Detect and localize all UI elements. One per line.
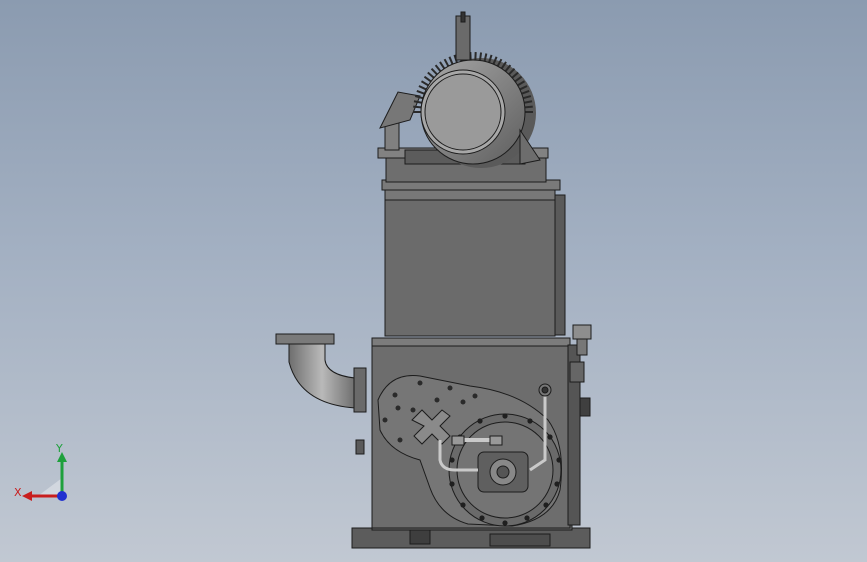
x-axis-label: X (14, 486, 22, 499)
motor-fin (434, 64, 442, 72)
motor-fin (478, 52, 483, 61)
motor-fin (524, 105, 533, 109)
motor-fin (413, 100, 423, 104)
motor-fin (423, 75, 432, 83)
motor-fin (448, 56, 454, 65)
motor-fin (420, 80, 429, 87)
motor-fin (416, 89, 425, 95)
motor-fin (427, 71, 435, 79)
y-axis-label: Y (55, 442, 63, 455)
pump-assembly-model[interactable] (275, 11, 592, 549)
electric-motor[interactable] (413, 11, 541, 168)
inlet-elbow-pipe[interactable] (275, 333, 367, 455)
motor-fin (439, 61, 446, 70)
cad-viewport[interactable] (0, 0, 867, 562)
gearbox-enclosure[interactable] (381, 179, 566, 337)
motor-fin (443, 58, 450, 67)
motor-fin (413, 105, 422, 109)
motor-fin (430, 67, 438, 76)
motor-fin (523, 100, 533, 104)
pump-housing[interactable] (371, 337, 581, 529)
orientation-triad: Y X (14, 442, 67, 501)
x-axis-arrow (22, 491, 32, 501)
motor-fin (418, 85, 427, 91)
z-axis-dot (57, 491, 67, 501)
